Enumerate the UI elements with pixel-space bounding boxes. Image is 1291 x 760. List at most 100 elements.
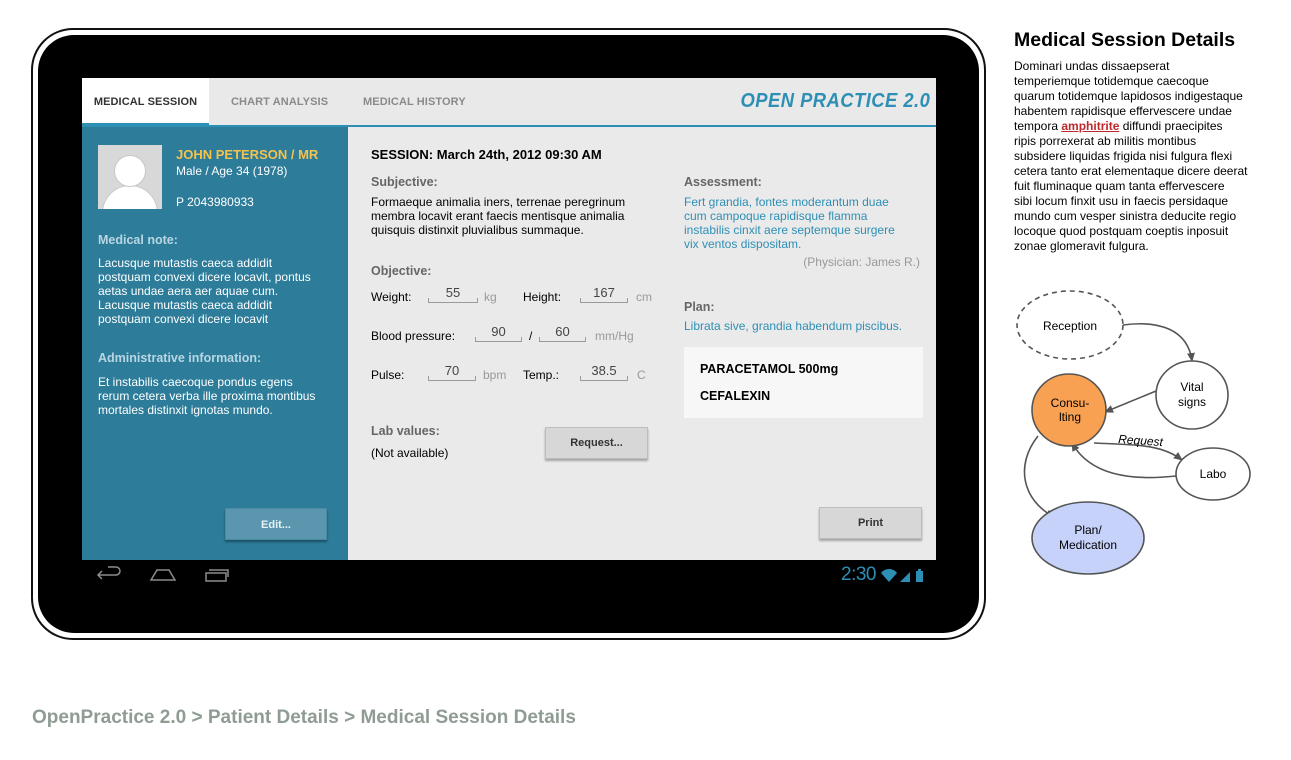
node-plan-label-1: Plan/ (1074, 523, 1102, 537)
app-logo: OPEN PRACTICE 2.0 (740, 90, 930, 112)
weight-field[interactable]: 55 (428, 285, 478, 303)
lab-values-heading: Lab values: (371, 424, 440, 438)
home-icon[interactable] (149, 566, 177, 589)
description-line: habentem rapidisque effervescere undae (1014, 104, 1232, 118)
tab-medical-history[interactable]: MEDICAL HISTORY (363, 78, 466, 125)
breadcrumb-item-current: Medical Session Details (360, 707, 576, 728)
breadcrumb: OpenPractice 2.0 > Patient Details > Med… (32, 707, 576, 729)
edge-reception-vital (1122, 323, 1195, 362)
bp-systolic-field[interactable]: 90 (475, 324, 522, 342)
patient-sex-age: Male / Age 34 (1978) (176, 164, 288, 178)
medical-note-line: aetas undae aera aer aquae cum. (98, 284, 279, 298)
session-content: SESSION: March 24th, 2012 09:30 AM Subje… (348, 127, 936, 560)
subjective-heading: Subjective: (371, 175, 438, 189)
admin-info-line: Et instabilis caecoque pondus egens (98, 375, 293, 389)
description-line: quarum totidemque lapidosos indigestaque (1014, 89, 1243, 103)
height-unit: cm (636, 290, 652, 304)
panel-description: Dominari undas dissaepserat temperiemque… (1014, 59, 1276, 254)
avatar (98, 145, 162, 209)
node-consulting-label-2: lting (1059, 410, 1081, 424)
assessment-line: instabilis cinxit aere septemque surgere (684, 223, 895, 237)
subjective-line: quisquis distinxit pluvialibus summaque. (371, 223, 584, 237)
description-link[interactable]: amphitrite (1061, 119, 1119, 133)
weight-label: Weight: (371, 290, 412, 304)
description-text: diffundi praecipites (1119, 119, 1223, 133)
subjective-line: Formaeque animalia iners, terrenae pereg… (371, 195, 626, 209)
medical-note-line: Lacusque mutastis caeca addidit (98, 256, 273, 270)
assessment-line: Fert grandia, fontes moderantum duae (684, 195, 889, 209)
request-button[interactable]: Request... (545, 427, 648, 459)
pulse-label: Pulse: (371, 368, 405, 382)
medication-item[interactable]: CEFALEXIN (700, 389, 770, 403)
description-line: ripis porrexerat ab militis montibus (1014, 134, 1197, 148)
height-field[interactable]: 167 (580, 285, 628, 303)
patient-phone: P 2043980933 (176, 195, 254, 209)
breadcrumb-item[interactable]: Patient Details (208, 707, 339, 728)
admin-info-line: rerum cetera verba ille proxima montibus (98, 389, 316, 403)
pulse-unit: bpm (483, 368, 507, 382)
node-consulting-label-1: Consu- (1051, 396, 1090, 410)
assessment-heading: Assessment: (684, 175, 762, 189)
node-vital-label-2: signs (1178, 395, 1206, 409)
wifi-signal-battery-icon (881, 569, 923, 582)
edge-vital-consulting (1104, 390, 1157, 413)
print-button[interactable]: Print (819, 507, 922, 539)
panel-title: Medical Session Details (1014, 29, 1236, 51)
workflow-diagram: Request Reception Vital signs Consu- lti… (1016, 290, 1251, 575)
avatar-body-shape (102, 185, 158, 209)
session-title: SESSION: March 24th, 2012 09:30 AM (371, 147, 602, 162)
admin-info-heading: Administrative information: (98, 351, 262, 365)
physician-note: (Physician: James R.) (803, 255, 920, 269)
weight-unit: kg (484, 290, 497, 304)
node-plan-label-2: Medication (1059, 538, 1117, 552)
tablet-screen: MEDICAL SESSION CHART ANALYSIS MEDICAL H… (82, 78, 936, 591)
description-line: subsidere liquidas frigida nisi fulgura … (1014, 149, 1233, 163)
tab-chart-analysis[interactable]: CHART ANALYSIS (231, 78, 328, 125)
status-clock: 2:30 (841, 564, 876, 585)
recent-apps-icon[interactable] (204, 566, 230, 589)
medical-note-line: Lacusque mutastis caeca addidit (98, 298, 273, 312)
subjective-line: membra locavit erant faecis mentisque an… (371, 209, 625, 223)
edge-label-request: Request (1118, 432, 1164, 449)
temp-unit: C (637, 368, 646, 382)
admin-info-line: mortales distinxit ignotas mundo. (98, 403, 273, 417)
medical-note-heading: Medical note: (98, 233, 178, 247)
medication-list: PARACETAMOL 500mg CEFALEXIN (684, 347, 923, 418)
breadcrumb-item[interactable]: OpenPractice 2.0 (32, 707, 186, 728)
edge-consulting-plan (1023, 435, 1055, 518)
description-line: fuit fluminaque quam tanta effervescere (1014, 179, 1225, 193)
description-line: cetera tanto erat elementaque dicere dee… (1014, 164, 1248, 178)
admin-info-text: Et instabilis caecoque pondus egens reru… (98, 375, 338, 417)
description-line: mundo cum vesper sinistra deducite regio (1014, 209, 1237, 223)
temp-label: Temp.: (523, 368, 560, 382)
assessment-text: Fert grandia, fontes moderantum duae cum… (684, 195, 924, 251)
breadcrumb-separator: > (191, 707, 203, 728)
edit-button[interactable]: Edit... (225, 508, 327, 540)
temp-field[interactable]: 38.5 (580, 363, 628, 381)
assessment-line: vix ventos dispositam. (684, 237, 802, 251)
bp-separator: / (529, 329, 533, 343)
medical-note-text: Lacusque mutastis caeca addidit postquam… (98, 256, 338, 326)
tab-medical-session[interactable]: MEDICAL SESSION (82, 78, 209, 127)
description-line-with-link: tempora amphitrite diffundi praecipites (1014, 119, 1276, 134)
bp-diastolic-field[interactable]: 60 (539, 324, 586, 342)
subjective-text: Formaeque animalia iners, terrenae pereg… (371, 195, 671, 237)
blood-pressure-label: Blood pressure: (371, 329, 456, 343)
description-line: zonae glomeravit fulgura. (1014, 239, 1149, 253)
back-icon[interactable] (96, 566, 122, 589)
system-nav-bar: 2:30 (82, 560, 936, 591)
pulse-field[interactable]: 70 (428, 363, 476, 381)
description-line: temperiemque totidemque caecoque (1014, 74, 1209, 88)
objective-heading: Objective: (371, 264, 432, 278)
description-line: locoque quod postquam coeptis inposuit (1014, 224, 1229, 238)
status-icons (880, 568, 926, 589)
medication-item[interactable]: PARACETAMOL 500mg (700, 362, 838, 376)
description-line: sibi locum finxit usu in faecis persidaq… (1014, 194, 1229, 208)
node-reception-label: Reception (1043, 319, 1097, 333)
node-labo-label: Labo (1200, 467, 1227, 481)
description-text: tempora (1014, 119, 1062, 133)
tab-bar: MEDICAL SESSION CHART ANALYSIS MEDICAL H… (82, 78, 936, 127)
node-vital-label-1: Vital (1180, 380, 1203, 394)
medical-note-line: postquam convexi dicere locavit, pontus (98, 270, 311, 284)
plan-text: Librata sive, grandia habendum piscibus. (684, 319, 903, 333)
